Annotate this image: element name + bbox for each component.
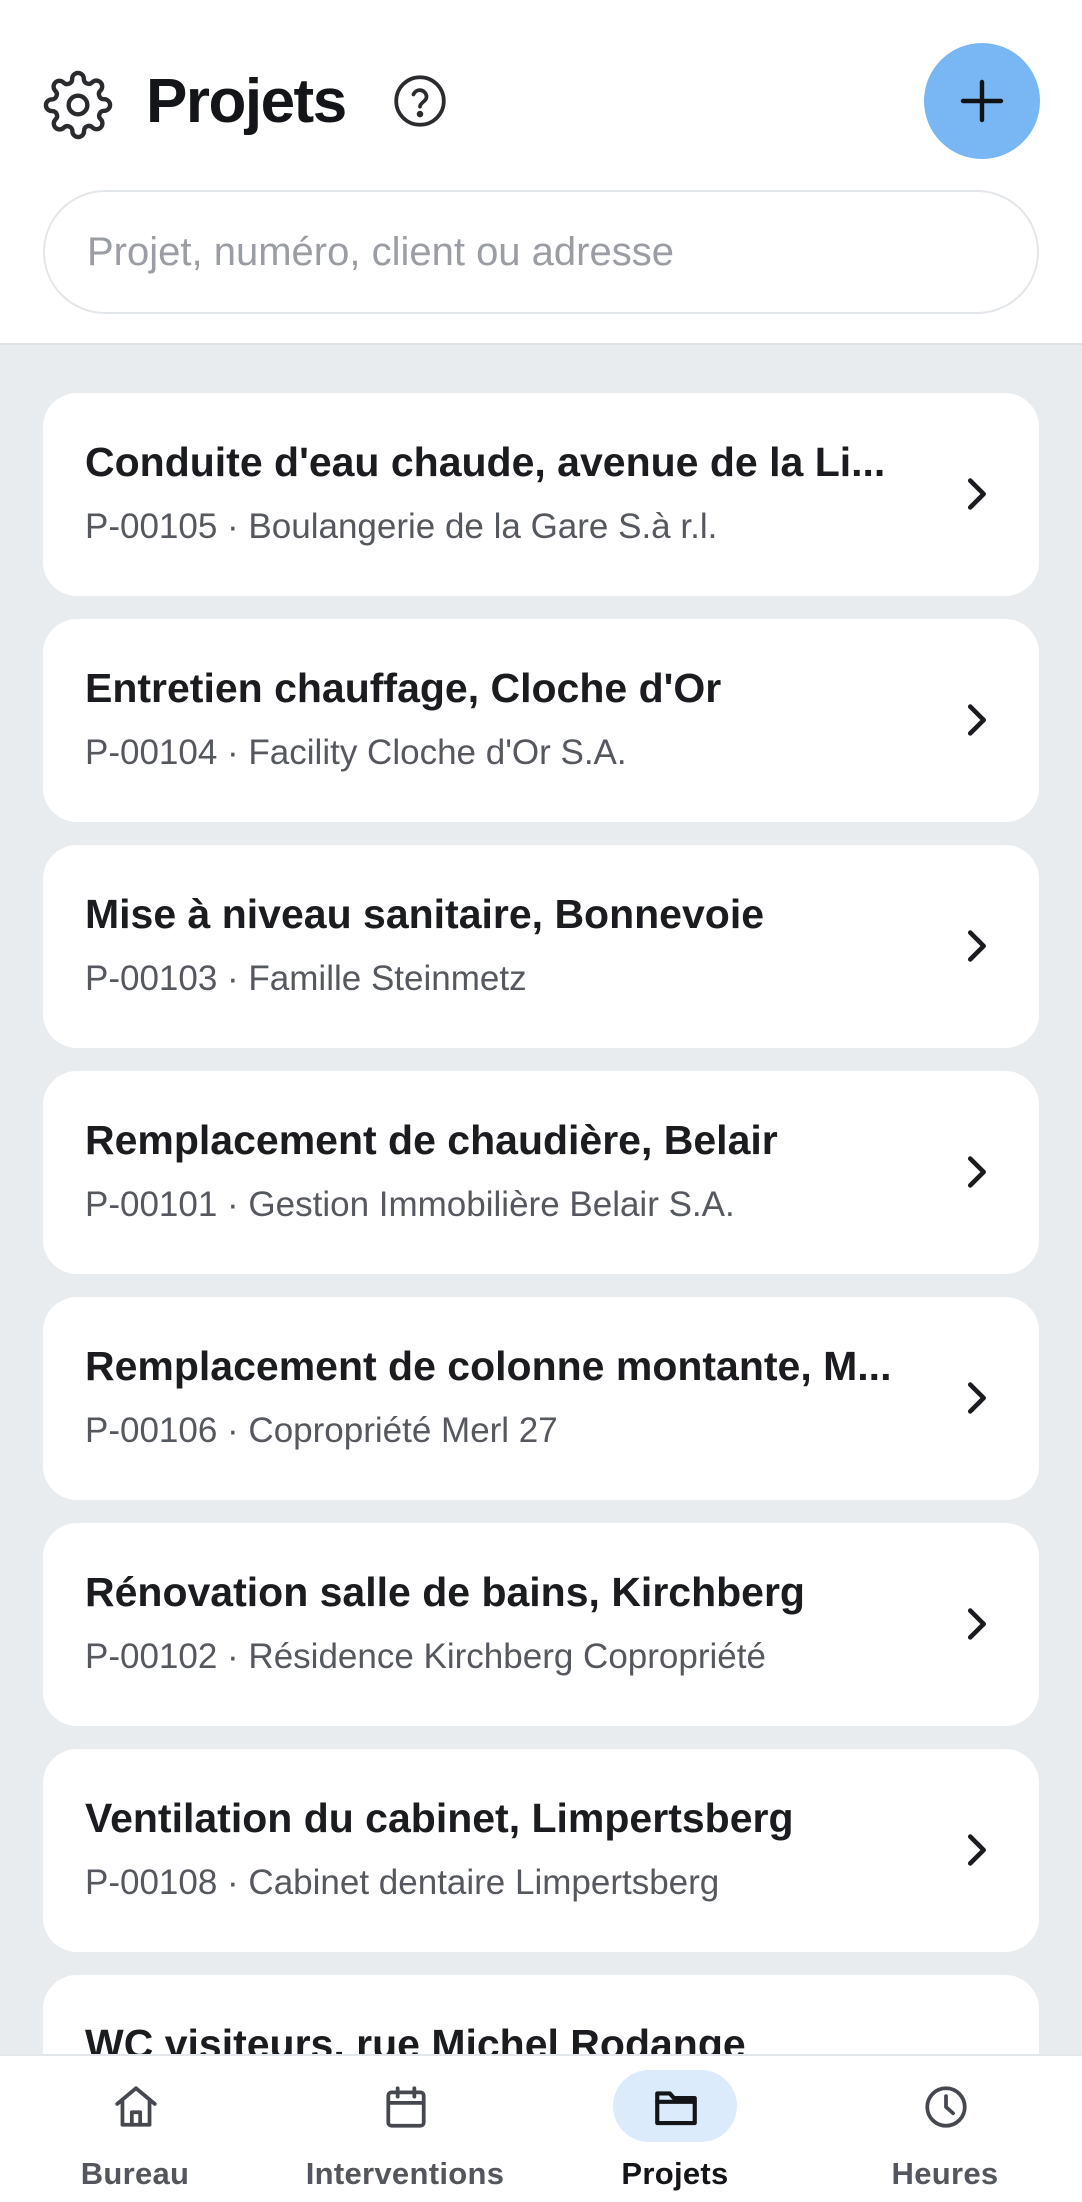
project-card[interactable]: Conduite d'eau chaude, avenue de la Li..… [43,393,1039,596]
project-subtitle: P-00104 · Facility Cloche d'Or S.A. [85,733,627,772]
page-title: Projets [146,67,347,136]
calendar-icon [386,2086,426,2128]
gear-icon[interactable] [43,70,113,140]
project-card[interactable]: Remplacement de chaudière, Belair P-0010… [43,1071,1039,1274]
project-card[interactable]: Entretien chauffage, Cloche d'Or P-00104… [43,619,1039,822]
project-title: Ventilation du cabinet, Limpertsberg [85,1795,794,1841]
chevron-right-icon [967,1156,986,1188]
tab-label: Heures [891,2156,999,2191]
chevron-right-icon [967,1834,986,1866]
project-title: Conduite d'eau chaude, avenue de la Li..… [85,439,886,485]
tab-interventions[interactable]: Interventions [270,2056,540,2202]
project-list: Conduite d'eau chaude, avenue de la Li..… [43,393,1039,2201]
chevron-right-icon [967,1382,986,1414]
project-card[interactable]: Rénovation salle de bains, Kirchberg P-0… [43,1523,1039,1726]
project-subtitle: P-00106 · Copropriété Merl 27 [85,1411,558,1450]
project-title: Mise à niveau sanitaire, Bonnevoie [85,891,765,937]
tab-bureau[interactable]: Bureau [0,2056,270,2202]
tab-label: Bureau [80,2156,190,2191]
search-input[interactable] [87,192,987,312]
project-card[interactable]: Mise à niveau sanitaire, Bonnevoie P-001… [43,845,1039,1048]
tab-heures[interactable]: Heures [810,2056,1080,2202]
clock-icon [925,2086,967,2128]
project-card[interactable]: Ventilation du cabinet, Limpertsberg P-0… [43,1749,1039,1952]
chevron-right-icon [967,930,986,962]
project-subtitle: P-00108 · Cabinet dentaire Limpertsberg [85,1863,720,1902]
folder-icon [655,2091,697,2126]
tab-projets[interactable]: Projets [540,2056,810,2202]
tab-label: Interventions [305,2156,505,2191]
add-project-button[interactable] [924,43,1040,159]
plus-icon [960,79,1004,123]
header: Projets [0,0,1082,345]
question-circle-icon[interactable] [392,73,448,129]
tab-label: Projets [621,2156,729,2191]
chevron-right-icon [967,704,986,736]
project-title: Rénovation salle de bains, Kirchberg [85,1569,805,1615]
project-title: Remplacement de colonne montante, M... [85,1343,892,1389]
home-icon [115,2086,157,2127]
project-subtitle: P-00101 · Gestion Immobilière Belair S.A… [85,1185,735,1224]
project-title: Remplacement de chaudière, Belair [85,1117,778,1163]
project-title: Entretien chauffage, Cloche d'Or [85,665,722,711]
chevron-right-icon [967,1608,986,1640]
project-card[interactable]: Remplacement de colonne montante, M... P… [43,1297,1039,1500]
bottom-tab-bar: Bureau Interventions Projets Heures [0,2054,1082,2202]
project-subtitle: P-00105 · Boulangerie de la Gare S.à r.l… [85,507,718,546]
project-subtitle: P-00102 · Résidence Kirchberg Copropriét… [85,1637,766,1676]
chevron-right-icon [967,478,986,510]
project-subtitle: P-00103 · Famille Steinmetz [85,959,527,998]
search-field[interactable] [43,190,1039,314]
